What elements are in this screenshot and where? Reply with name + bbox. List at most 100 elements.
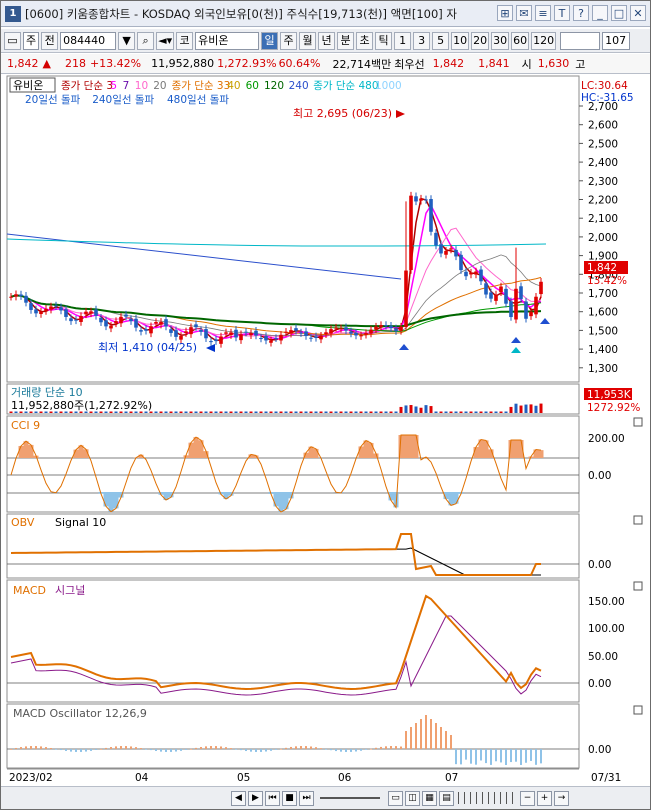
price-legend-signals: 20일선 돌파 240일선 돌파 480일선 돌파 <box>25 93 229 106</box>
code-dropdown-icon[interactable]: ▼ <box>118 31 136 50</box>
code-input[interactable]: 084440 <box>60 31 117 50</box>
chart-icon[interactable]: ◫ <box>405 790 420 806</box>
volume-bar <box>259 411 263 413</box>
move-icon[interactable]: → <box>554 790 569 806</box>
candle-body <box>179 335 183 340</box>
close-icon[interactable]: ✕ <box>630 5 646 21</box>
volume-bar <box>459 411 463 413</box>
osc-bar <box>525 749 527 763</box>
period-second[interactable]: 초 <box>356 31 374 50</box>
volume-bar <box>244 411 248 413</box>
volume-bar <box>214 411 218 413</box>
volume-bar <box>229 411 233 413</box>
obv-title: OBV <box>11 516 35 529</box>
open-price: 1,630 <box>537 57 570 70</box>
osc-bar <box>245 749 247 752</box>
osc-bar <box>125 746 127 749</box>
menu-icon[interactable]: ≡ <box>535 5 551 21</box>
cci-fill-up <box>313 448 319 458</box>
text-icon[interactable]: T <box>554 5 570 21</box>
market-select[interactable]: 코 <box>176 31 194 50</box>
x-tick: 07 <box>445 772 458 784</box>
osc-title: MACD Oscillator 12,26,9 <box>13 707 147 720</box>
interval-3[interactable]: 3 <box>413 31 431 50</box>
grid-icon[interactable]: ▦ <box>422 790 437 806</box>
interval-5[interactable]: 5 <box>432 31 450 50</box>
table-icon[interactable]: ▤ <box>439 790 454 806</box>
period-minute[interactable]: 분 <box>337 31 355 50</box>
cci-fill-up <box>403 435 409 458</box>
osc-bar <box>325 749 327 750</box>
maximize-icon[interactable]: □ <box>611 5 627 21</box>
panel-toggle-icon[interactable]: ▭ <box>4 31 21 50</box>
cci-ytick: 0.00 <box>588 470 611 482</box>
high-label: 고 <box>575 57 586 71</box>
layout-icon[interactable]: ⊞ <box>497 5 513 21</box>
osc-bar <box>15 747 17 749</box>
scroll-left-icon[interactable]: ◀ <box>231 790 246 806</box>
rate-tag-text: 13.42% <box>587 275 627 287</box>
obv-panel: OBV Signal 10 0.00 <box>6 513 643 579</box>
candle-body <box>74 319 78 321</box>
toolbar: ▭ 주 전 084440 ▼ ⌕ ◄▾ 코 유비온 일 주 월 년 분 초 틱 … <box>1 29 650 53</box>
interval-120[interactable]: 120 <box>531 31 557 50</box>
volume-bar <box>464 411 468 413</box>
minimize-icon[interactable]: _ <box>592 5 608 21</box>
legend-item: 240 <box>289 80 309 92</box>
candle-body <box>424 199 428 201</box>
range-ruler[interactable] <box>458 792 518 804</box>
price-ytick: 2,600 <box>588 120 618 132</box>
sound-icon[interactable]: ◄▾ <box>156 31 175 50</box>
obv-signal-title: Signal 10 <box>55 516 106 529</box>
macd-close-icon[interactable] <box>633 581 643 591</box>
chart-area[interactable]: 2,7002,6002,5002,4002,3002,2002,1002,000… <box>1 74 650 786</box>
increase-icon[interactable]: + <box>537 790 552 806</box>
decrease-icon[interactable]: − <box>520 790 535 806</box>
obv-close-icon[interactable] <box>633 515 643 525</box>
osc-bar <box>260 749 262 752</box>
candle-body <box>154 322 158 324</box>
volume-bar <box>159 411 163 413</box>
candle-body <box>479 269 483 282</box>
interval-30[interactable]: 30 <box>491 31 510 50</box>
volume-bar <box>389 411 393 413</box>
period-day[interactable]: 일 <box>261 31 279 50</box>
cci-fill-up <box>193 437 199 458</box>
help-icon[interactable]: ? <box>573 5 589 21</box>
last-icon[interactable]: ⏭ <box>299 790 314 806</box>
zoom-icon[interactable]: ▭ <box>388 790 403 806</box>
volume-bar <box>39 411 43 413</box>
period-month[interactable]: 월 <box>299 31 317 50</box>
zoom-slider[interactable] <box>320 797 380 799</box>
candle-body <box>284 331 288 333</box>
period-tick[interactable]: 틱 <box>375 31 393 50</box>
stop-icon[interactable]: ■ <box>282 790 297 806</box>
first-icon[interactable]: ⏮ <box>265 790 280 806</box>
search-icon[interactable]: ⌕ <box>137 31 155 50</box>
cci-close-icon[interactable] <box>633 417 643 427</box>
volume-bar <box>224 411 228 413</box>
osc-close-icon[interactable] <box>633 705 643 715</box>
period-year[interactable]: 년 <box>318 31 336 50</box>
mail-icon[interactable]: ✉ <box>516 5 532 21</box>
volume-bar <box>144 411 148 413</box>
type-select[interactable]: 주 <box>23 31 40 50</box>
count-input[interactable]: 107 <box>602 31 631 50</box>
scroll-right-icon[interactable]: ▶ <box>248 790 263 806</box>
period-week[interactable]: 주 <box>280 31 298 50</box>
volume-bar <box>509 406 513 413</box>
interval-60[interactable]: 60 <box>511 31 530 50</box>
candle-body <box>374 326 378 330</box>
volume-bar <box>99 411 103 413</box>
osc-bar <box>60 749 62 751</box>
volume-bar <box>119 411 123 413</box>
candle-body <box>259 338 263 340</box>
candle-body <box>534 296 538 315</box>
interval-20[interactable]: 20 <box>471 31 490 50</box>
osc-ytick: 0.00 <box>588 744 611 756</box>
interval-10[interactable]: 10 <box>451 31 470 50</box>
interval-1[interactable]: 1 <box>394 31 412 50</box>
custom-interval-input[interactable] <box>560 31 601 50</box>
volume-bar <box>264 411 268 413</box>
prev-button[interactable]: 전 <box>41 31 59 50</box>
